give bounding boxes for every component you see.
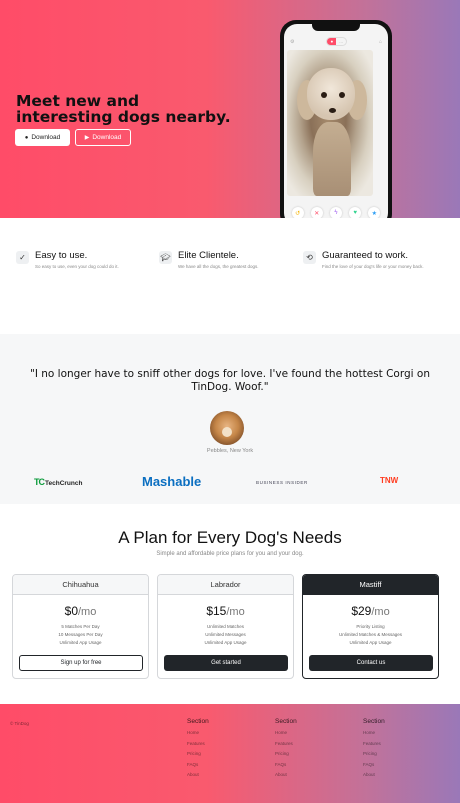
feature-title: Guaranteed to work. [322, 250, 409, 261]
like-icon: ♥ [349, 207, 362, 218]
feature-easy: ✓ Easy to use. So easy to use, even your… [16, 250, 119, 270]
phone-action-row: ↺ ✕ ϟ ♥ ★ [284, 207, 388, 218]
plan-card-chihuahua: Chihuahua $0/mo 5 Matches Per Day 10 Mes… [12, 574, 149, 679]
hero-section: Meet new and interesting dogs nearby. ● … [0, 0, 460, 218]
testimonial-section: "I no longer have to sniff other dogs fo… [0, 334, 460, 504]
mashable-logo: Mashable [142, 474, 202, 489]
footer-link-pricing[interactable]: Pricing [275, 749, 297, 760]
boost-icon: ϟ [329, 207, 342, 218]
plan-card-mastiff: Mastiff $29/mo Priority Listing Unlimite… [302, 574, 439, 679]
apple-download-label: Download [31, 134, 61, 141]
heart-arrows-icon: ⟲ [303, 251, 316, 264]
plan-price: $0/mo [64, 604, 97, 618]
footer-link-features[interactable]: Features [187, 739, 209, 750]
flame-icon: ● [327, 38, 337, 45]
feature-elite: 🎓︎ Elite Clientele. We have all the dogs… [159, 250, 258, 270]
footer-link-features[interactable]: Features [363, 739, 385, 750]
feature-title: Elite Clientele. [178, 250, 239, 261]
get-started-button[interactable]: Get started [164, 655, 288, 671]
plan-name: Labrador [158, 575, 293, 595]
apple-download-button[interactable]: ● Download [15, 129, 70, 146]
testimonial-author: Pebbles, New York [206, 448, 254, 454]
feature-text: Find the love of your dog's life or your… [322, 264, 424, 269]
footer-column-title: Section [187, 718, 209, 725]
chat-icon: ... [339, 39, 343, 44]
settings-icon: ⚙ [290, 38, 295, 45]
feature-title: Easy to use. [35, 250, 88, 261]
plan-features: Unlimited Matches Unlimited Messages Unl… [204, 624, 247, 645]
plan-features: Priority Listing Unlimited Matches & Mes… [338, 624, 403, 645]
footer-link-pricing[interactable]: Pricing [187, 749, 209, 760]
plan-price: $15/mo [206, 604, 245, 618]
phone-screen: ⚙ ● ... ⌂ ↺ ✕ ϟ ♥ ★ [284, 24, 388, 218]
avatar [210, 411, 244, 445]
play-icon: ▶ [84, 135, 90, 141]
signup-free-button[interactable]: Sign up for free [19, 655, 143, 671]
footer-link-pricing[interactable]: Pricing [363, 749, 385, 760]
feature-text: We have all the dogs, the greatest dogs. [178, 264, 259, 269]
play-download-button[interactable]: ▶ Download [75, 129, 131, 146]
phone-mode-toggle: ● ... [326, 37, 347, 46]
footer-link-home[interactable]: Home [275, 728, 297, 739]
phone-app-header: ⚙ ● ... ⌂ [284, 37, 388, 46]
rewind-icon: ↺ [291, 207, 304, 218]
hero-title: Meet new and interesting dogs nearby. [16, 92, 231, 126]
footer-link-faqs[interactable]: FAQs [187, 760, 209, 771]
plan-name: Chihuahua [13, 575, 148, 595]
plan-features: 5 Matches Per Day 10 Messages Per Day Un… [58, 624, 103, 645]
footer-column: Section Home Features Pricing FAQs About [187, 718, 209, 781]
plan-price: $29/mo [351, 604, 390, 618]
pricing-title: A Plan for Every Dog's Needs [118, 528, 342, 547]
business-insider-logo: BUSINESS INSIDER [256, 480, 308, 485]
tnw-logo: TNW [380, 476, 399, 485]
contact-us-button[interactable]: Contact us [309, 655, 433, 671]
testimonial-quote: "I no longer have to sniff other dogs fo… [30, 368, 430, 393]
superlike-icon: ★ [368, 207, 381, 218]
footer-link-faqs[interactable]: FAQs [363, 760, 385, 771]
nope-icon: ✕ [310, 207, 323, 218]
apple-icon: ● [24, 134, 29, 141]
features-section: ✓ Easy to use. So easy to use, even your… [0, 218, 460, 334]
pricing-subtitle: Simple and affordable price plans for yo… [156, 551, 304, 557]
footer-link-faqs[interactable]: FAQs [275, 760, 297, 771]
phone-notch [312, 24, 360, 31]
copyright: © TinDog [10, 721, 29, 726]
footer-column: Section Home Features Pricing FAQs About [363, 718, 385, 781]
footer-link-about[interactable]: About [275, 770, 297, 781]
footer-link-about[interactable]: About [363, 770, 385, 781]
footer-link-home[interactable]: Home [187, 728, 209, 739]
footer-column: Section Home Features Pricing FAQs About [275, 718, 297, 781]
home-icon: ⌂ [378, 38, 382, 45]
graduation-cap-icon: 🎓︎ [159, 251, 172, 264]
techcrunch-logo: TCTechCrunch [34, 477, 83, 487]
footer-link-about[interactable]: About [187, 770, 209, 781]
check-circle-icon: ✓ [16, 251, 29, 264]
dog-photo [287, 50, 373, 196]
phone-mockup: ⚙ ● ... ⌂ ↺ ✕ ϟ ♥ ★ [280, 20, 392, 218]
footer-link-home[interactable]: Home [363, 728, 385, 739]
footer-link-features[interactable]: Features [275, 739, 297, 750]
pricing-section: A Plan for Every Dog's Needs Simple and … [0, 504, 460, 704]
feature-guaranteed: ⟲ Guaranteed to work. Find the love of y… [303, 250, 443, 270]
footer-column-title: Section [275, 718, 297, 725]
play-download-label: Download [92, 134, 122, 141]
plan-name: Mastiff [303, 575, 438, 595]
footer: © TinDog Section Home Features Pricing F… [0, 704, 460, 803]
footer-column-title: Section [363, 718, 385, 725]
plan-card-labrador: Labrador $15/mo Unlimited Matches Unlimi… [157, 574, 294, 679]
feature-text: So easy to use, even your dog could do i… [35, 264, 119, 269]
